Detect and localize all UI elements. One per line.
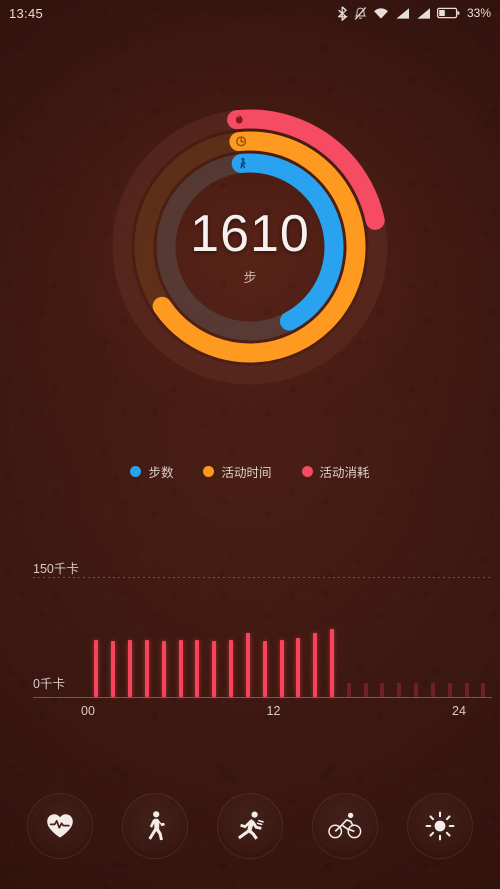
- chart-bar-slot: [324, 582, 341, 697]
- chart-baseline: [33, 697, 492, 698]
- chart-bar-slot: [88, 582, 105, 697]
- chart-bar: [94, 639, 99, 697]
- chart-bar: [296, 637, 301, 697]
- running-icon: [237, 811, 264, 840]
- chart-bar-slot: [458, 582, 475, 697]
- steps-ring[interactable]: [231, 153, 344, 331]
- legend-activity-calories[interactable]: 活动消耗: [301, 462, 370, 481]
- chart-bar-slot: [138, 582, 155, 697]
- rings-svg: [112, 109, 388, 385]
- chart-bar: [414, 682, 419, 697]
- chart-bar-slot: [408, 582, 425, 697]
- bottom-nav: [0, 781, 500, 871]
- chart-bar: [363, 682, 368, 697]
- chart-bar-slot: [189, 582, 206, 697]
- chart-bar-slot: [357, 582, 374, 697]
- chart-bar-slot: [105, 582, 122, 697]
- chart-bar: [330, 629, 334, 697]
- chart-bar-slot: [374, 582, 391, 697]
- chart-bar-slot: [290, 582, 307, 697]
- chart-bar: [464, 682, 469, 697]
- rings-legend: 步数 活动时间 活动消耗: [0, 462, 500, 481]
- nav-heart-rate[interactable]: [26, 793, 93, 859]
- battery-percent-label: 33%: [466, 6, 491, 20]
- wifi-icon: [374, 7, 388, 19]
- chart-bar-slot: [122, 582, 139, 697]
- chart-zero-axis-label: 0千卡: [33, 677, 65, 691]
- chart-bar-slot: [206, 582, 223, 697]
- sun-icon: [425, 811, 455, 841]
- chart-bar: [195, 639, 200, 697]
- chart-bar: [161, 641, 166, 697]
- silent-mode-icon: [354, 6, 367, 20]
- chart-bar: [346, 682, 351, 697]
- chart-bar: [447, 682, 452, 697]
- chart-bar-slot: [256, 582, 273, 697]
- legend-dot-activity-calories: [301, 466, 313, 477]
- chart-xtick: 00: [81, 704, 95, 718]
- walk-icon: [240, 157, 246, 169]
- chart-xtick: 24: [452, 704, 466, 718]
- chart-bar-slot: [307, 582, 324, 697]
- chart-bar-slot: [475, 582, 492, 697]
- chart-bar-slot: [239, 582, 256, 697]
- signal-sim2-icon: [417, 7, 430, 19]
- chart-bar: [229, 639, 234, 697]
- cycling-icon: [328, 812, 362, 839]
- status-bar: 13:45 33%: [0, 0, 500, 26]
- chart-bar-slot: [340, 582, 357, 697]
- chart-bar-slot: [425, 582, 442, 697]
- legend-label-activity-calories: 活动消耗: [319, 466, 370, 480]
- nav-running[interactable]: [216, 793, 283, 859]
- battery-icon: [436, 7, 460, 19]
- chart-gridline: [33, 577, 492, 578]
- legend-dot-activity-time: [203, 466, 215, 477]
- chart-bar-slot: [273, 582, 290, 697]
- status-icons: 33%: [337, 5, 491, 21]
- nav-cycling[interactable]: [312, 793, 379, 859]
- bluetooth-icon: [338, 5, 348, 21]
- walking-icon: [148, 811, 165, 841]
- nav-walking[interactable]: [121, 793, 188, 859]
- legend-steps[interactable]: 步数: [130, 462, 173, 481]
- chart-xtick: 12: [266, 704, 281, 718]
- legend-dot-steps: [130, 466, 142, 477]
- chart-bar: [144, 639, 149, 697]
- chart-bar: [111, 641, 116, 697]
- chart-top-axis-label: 150千卡: [33, 562, 79, 576]
- nav-brightness[interactable]: [407, 793, 474, 859]
- chart-bar: [397, 682, 402, 697]
- chart-bar: [262, 641, 267, 697]
- chart-bar-slot: [391, 582, 408, 697]
- chart-bar: [481, 682, 486, 697]
- legend-label-activity-time: 活动时间: [221, 466, 272, 480]
- status-clock: 13:45: [9, 5, 44, 21]
- signal-sim1-icon: [396, 7, 409, 19]
- chart-bar: [212, 641, 217, 697]
- chart-bar-slot: [441, 582, 458, 697]
- activity-rings-section: 1610 步: [0, 92, 500, 402]
- chart-bar: [430, 682, 435, 697]
- chart-bars: [88, 582, 492, 697]
- activity-rings[interactable]: 1610 步: [100, 97, 400, 397]
- chart-bar: [128, 639, 133, 697]
- chart-bar: [313, 632, 318, 697]
- chart-bar: [279, 639, 284, 697]
- chart-x-axis: 00 12 24: [33, 704, 492, 724]
- heart-rate-icon: [46, 814, 73, 838]
- chart-bar: [245, 632, 250, 697]
- chart-bar-slot: [155, 582, 172, 697]
- legend-activity-time[interactable]: 活动时间: [203, 462, 272, 481]
- chart-bar-slot: [223, 582, 240, 697]
- chart-bar: [380, 682, 385, 697]
- calorie-bar-chart[interactable]: 150千卡 0千卡 00 12 24: [0, 558, 500, 733]
- chart-bar: [178, 639, 183, 697]
- chart-bar-slot: [172, 582, 189, 697]
- legend-label-steps: 步数: [148, 466, 174, 480]
